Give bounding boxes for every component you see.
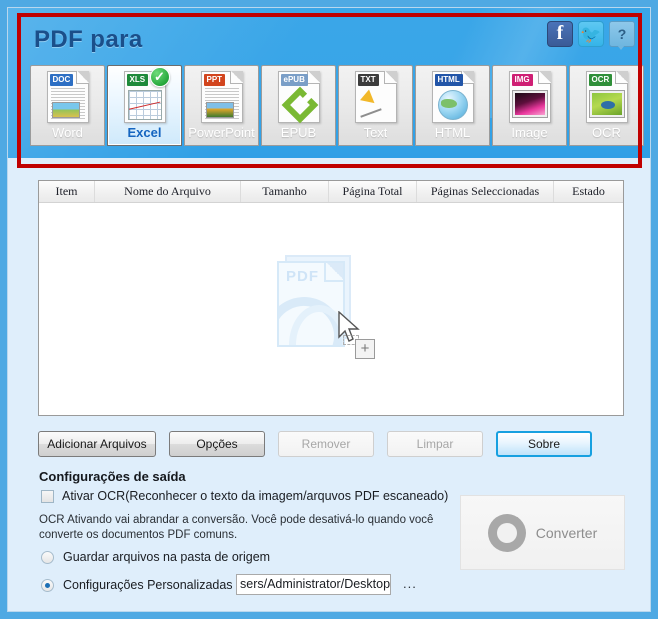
format-tab-ocr[interactable]: OCR OCR bbox=[569, 65, 644, 146]
radio-custom-settings[interactable] bbox=[41, 578, 54, 592]
format-tab-label: EPUB bbox=[280, 125, 317, 140]
column-header-filename[interactable]: Nome do Arquivo bbox=[95, 181, 241, 202]
column-header-size[interactable]: Tamanho bbox=[241, 181, 329, 202]
format-tab-html[interactable]: HTML HTML bbox=[415, 65, 490, 146]
twitter-icon[interactable]: 🐦 bbox=[578, 21, 604, 47]
page-title: PDF para bbox=[34, 26, 143, 53]
output-path-input[interactable]: sers/Administrator/Desktop bbox=[236, 574, 391, 595]
convert-button[interactable]: Converter bbox=[460, 495, 625, 570]
excel-document-icon: XLS ✓ bbox=[123, 67, 170, 123]
about-button[interactable]: Sobre bbox=[496, 431, 592, 457]
format-tab-epub[interactable]: ePUB EPUB bbox=[261, 65, 336, 146]
radio-label: Guardar arquivos na pasta de origem bbox=[63, 550, 271, 564]
file-list-panel: Item Nome do Arquivo Tamanho Página Tota… bbox=[38, 180, 624, 416]
window-bottom-strip bbox=[8, 601, 650, 611]
pdf-file-icon: PDF bbox=[277, 261, 345, 347]
format-tab-label: Image bbox=[511, 125, 548, 140]
epub-document-icon: ePUB bbox=[277, 71, 320, 124]
ocr-document-icon: OCR bbox=[585, 71, 628, 123]
social-icon-group: f 🐦 ? bbox=[547, 21, 635, 50]
add-plus-icon: + bbox=[355, 339, 375, 359]
globe-icon bbox=[437, 90, 468, 120]
format-tab-label: PowerPoint bbox=[188, 125, 255, 140]
image-document-icon: IMG bbox=[508, 71, 551, 123]
column-header-item[interactable]: Item bbox=[39, 181, 95, 202]
remove-button[interactable]: Remover bbox=[278, 431, 374, 457]
format-tab-text[interactable]: TXT Text bbox=[338, 65, 413, 146]
column-header-total-pages[interactable]: Página Total bbox=[329, 181, 417, 202]
output-settings-title: Configurações de saída bbox=[39, 469, 186, 484]
window-content: PDF para f 🐦 ? DOC Word XLS ✓ Excel PPT … bbox=[7, 7, 651, 612]
format-tab-image[interactable]: IMG Image bbox=[492, 65, 567, 146]
ocr-checkbox[interactable] bbox=[41, 489, 54, 503]
text-document-icon: TXT bbox=[354, 71, 397, 123]
ocr-checkbox-label: Ativar OCR(Reconhecer o texto da imagem/… bbox=[62, 489, 449, 503]
word-document-icon: DOC bbox=[46, 71, 89, 123]
format-tab-label: Excel bbox=[127, 125, 162, 140]
file-list-body[interactable]: PDF + bbox=[39, 203, 623, 415]
add-files-button[interactable]: Adicionar Arquivos bbox=[38, 431, 156, 457]
browse-folder-button[interactable]: ... bbox=[403, 576, 417, 591]
action-button-row: Adicionar Arquivos Opções Remover Limpar… bbox=[38, 431, 592, 457]
refresh-icon bbox=[487, 513, 526, 552]
ocr-description-text: OCR Ativando vai abrandar a conversão. V… bbox=[39, 514, 434, 541]
options-button[interactable]: Opções bbox=[169, 431, 265, 457]
powerpoint-document-icon: PPT bbox=[200, 71, 243, 123]
header-banner: PDF para f 🐦 ? DOC Word XLS ✓ Excel PPT … bbox=[8, 8, 650, 158]
format-tab-label: Word bbox=[52, 125, 83, 140]
format-tab-strip: DOC Word XLS ✓ Excel PPT PowerPoint ePUB… bbox=[30, 65, 644, 146]
format-tab-label: HTML bbox=[434, 125, 471, 140]
drop-zone-placeholder[interactable]: PDF + bbox=[271, 249, 391, 369]
format-tab-excel[interactable]: XLS ✓ Excel bbox=[107, 65, 182, 146]
help-icon[interactable]: ? bbox=[609, 21, 635, 50]
format-tab-label: OCR bbox=[592, 125, 621, 140]
format-tab-word[interactable]: DOC Word bbox=[30, 65, 105, 146]
application-window: PDF para f 🐦 ? DOC Word XLS ✓ Excel PPT … bbox=[0, 0, 658, 619]
radio-source-folder[interactable] bbox=[41, 550, 54, 564]
clear-button[interactable]: Limpar bbox=[387, 431, 483, 457]
convert-button-label: Converter bbox=[535, 524, 598, 541]
radio-label: Configurações Personalizadas bbox=[63, 578, 233, 592]
file-list-header: Item Nome do Arquivo Tamanho Página Tota… bbox=[39, 181, 623, 203]
pdf-label: PDF bbox=[286, 268, 319, 285]
format-tab-powerpoint[interactable]: PPT PowerPoint bbox=[184, 65, 259, 146]
column-header-selected-pages[interactable]: Páginas Seleccionadas bbox=[417, 181, 554, 202]
ocr-checkbox-row: Ativar OCR(Reconhecer o texto da imagem/… bbox=[41, 489, 450, 503]
facebook-icon[interactable]: f bbox=[547, 21, 573, 47]
destination-option-source-folder[interactable]: Guardar arquivos na pasta de origem bbox=[41, 550, 270, 564]
html-document-icon: HTML bbox=[431, 71, 474, 123]
destination-option-custom[interactable]: Configurações Personalizadas bbox=[41, 578, 233, 592]
format-tab-label: Text bbox=[363, 125, 388, 140]
selected-check-icon: ✓ bbox=[149, 67, 170, 87]
column-header-status[interactable]: Estado bbox=[554, 181, 623, 202]
